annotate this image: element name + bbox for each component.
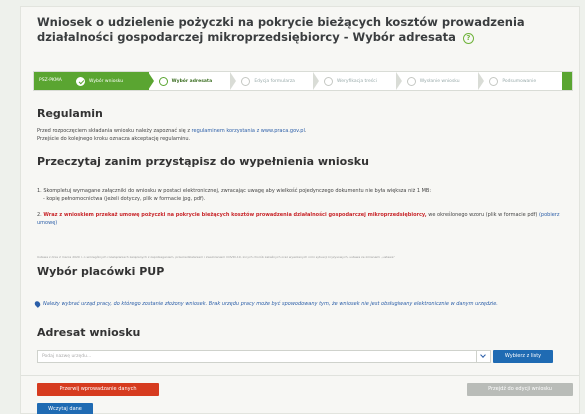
step-edycja-formularza: Edycja formularza xyxy=(231,72,320,90)
load-data-button[interactable]: Wczytaj dane xyxy=(37,403,93,414)
chevron-down-icon[interactable] xyxy=(476,351,490,362)
page-title: Wniosek o udzielenie pożyczki na pokryci… xyxy=(37,15,557,45)
check-icon xyxy=(76,76,85,86)
przeczytaj-heading: Przeczytaj zanim przystąpisz do wypełnie… xyxy=(37,155,369,168)
footnote: Ustawa z dnia 2 marca 2020 r. o szczegól… xyxy=(37,255,396,259)
circle-icon xyxy=(241,76,251,86)
regulamin-heading: Regulamin xyxy=(37,107,103,120)
step-podsumowanie: Podsumowanie xyxy=(479,72,562,90)
circle-icon xyxy=(158,76,168,86)
placowka-heading: Wybór placówki PUP xyxy=(37,265,165,278)
steps-end xyxy=(562,72,573,90)
circle-icon xyxy=(406,76,416,86)
step-wyslanie-wniosku: Wysłanie wniosku xyxy=(397,72,485,90)
steps-start-label: PSZ-PKMA xyxy=(34,72,66,90)
help-icon[interactable]: ? xyxy=(462,33,474,44)
przeczytaj-list: 1. Skompletuj wymagane załączniki do wni… xyxy=(37,188,560,226)
location-pin-icon xyxy=(33,300,42,308)
cancel-button[interactable]: Przerwij wprowadzanie danych xyxy=(37,383,159,396)
next-button[interactable]: Przejdź do edycji wniosku xyxy=(467,383,573,396)
step-wybor-wniosku[interactable]: Wybór wniosku xyxy=(66,72,154,90)
circle-icon xyxy=(489,76,499,86)
office-search-input[interactable]: Podaj nazwę urzędu... xyxy=(37,350,491,363)
adresat-heading: Adresat wniosku xyxy=(37,326,141,339)
step-weryfikacja-tresci: Weryfikacja treści xyxy=(314,72,402,90)
regulamin-link[interactable]: regulaminem korzystania z www.praca.gov.… xyxy=(192,128,305,134)
step-wybor-adresata[interactable]: Wybór adresata xyxy=(149,72,237,90)
progress-steps: PSZ-PKMA Wybór wniosku Wybór adresata Ed… xyxy=(33,71,573,91)
placowka-info: Należy wybrać urząd pracy, do którego zo… xyxy=(43,301,498,307)
application-card: Wniosek o udzielenie pożyczki na pokryci… xyxy=(20,6,580,414)
page-title-text: Wniosek o udzielenie pożyczki na pokryci… xyxy=(37,15,525,44)
wybierz-z-listy-button[interactable]: Wybierz z listy xyxy=(493,350,553,363)
regulamin-text: Przed rozpoczęciem składania wniosku nal… xyxy=(37,128,307,142)
divider xyxy=(21,375,579,376)
circle-icon xyxy=(324,76,334,86)
